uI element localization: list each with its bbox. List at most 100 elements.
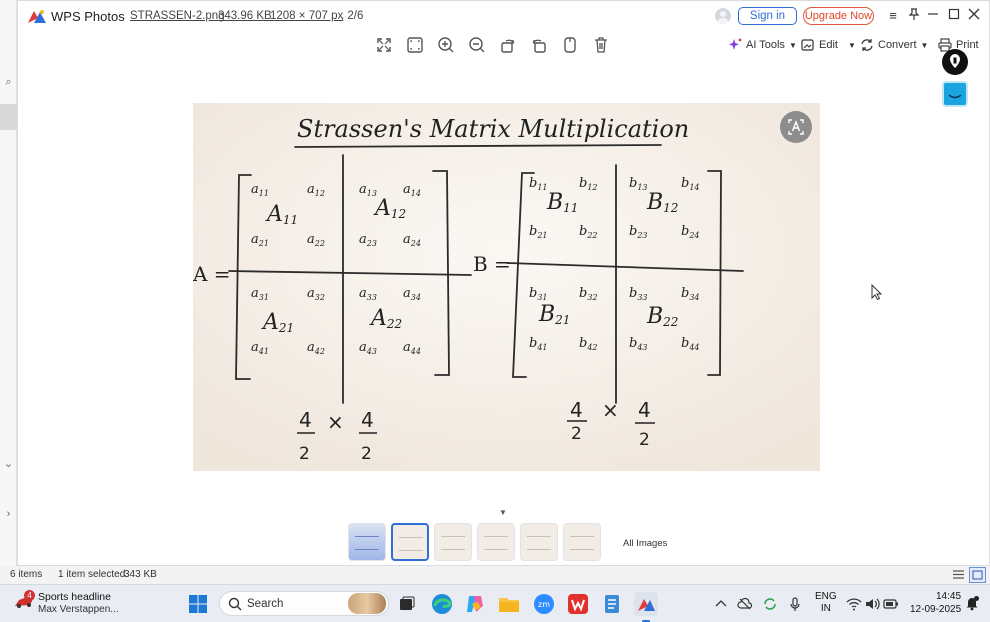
zoom-app-icon[interactable]: zm	[532, 592, 556, 616]
file-dimensions[interactable]: 1208 × 707 px	[270, 10, 343, 22]
search-icon	[228, 597, 242, 611]
status-bar: 6 items 1 item selected 343 KB	[0, 566, 990, 584]
convert-icon	[861, 39, 873, 51]
search-icon[interactable]: ⌕	[0, 76, 17, 89]
cloud-sync-icon[interactable]	[737, 596, 753, 612]
pin-icon[interactable]	[905, 7, 923, 25]
photo-title: Strassen's Matrix Multiplication	[297, 115, 689, 143]
input-language[interactable]: ENG IN	[815, 591, 837, 615]
sparkle-icon	[729, 38, 742, 50]
ai-tools-button[interactable]: AI Tools ▼	[728, 37, 797, 53]
notification-bell-icon[interactable]	[964, 595, 980, 611]
caret-down-icon: ▼	[920, 40, 929, 50]
thumbnail-item[interactable]	[563, 523, 601, 561]
menu-icon[interactable]: ≡	[884, 7, 902, 25]
windows-start-icon[interactable]	[188, 594, 208, 614]
grid-view-icon[interactable]	[969, 567, 986, 583]
list-view-icon[interactable]	[951, 567, 966, 582]
caret-down-icon: ▼	[847, 40, 856, 50]
region-code: IN	[820, 603, 831, 614]
notification-badge: 4	[24, 590, 35, 601]
language-code: ENG	[815, 591, 837, 602]
search-placeholder: Search	[247, 598, 284, 610]
crop-icon[interactable]	[560, 35, 580, 55]
task-view-icon[interactable]	[395, 592, 419, 616]
a-frac-num-1: 4	[299, 408, 312, 432]
edge-browser-icon[interactable]	[430, 592, 454, 616]
thumbnail-strip	[348, 522, 601, 562]
taskbar-search[interactable]: Search	[219, 591, 389, 616]
a-frac-den-2: 2	[361, 444, 372, 464]
matrix-b-label: B =	[473, 252, 511, 276]
collapse-thumbnails-icon[interactable]: ▼	[499, 508, 507, 517]
file-size[interactable]: 343.96 KB	[218, 10, 272, 22]
caret-down-icon: ▼	[788, 40, 797, 50]
avatar[interactable]	[715, 8, 731, 24]
fit-screen-icon[interactable]	[374, 35, 394, 55]
ai-tools-label: AI Tools	[746, 39, 785, 51]
minimize-icon[interactable]	[924, 7, 942, 25]
ocr-text-icon[interactable]	[780, 111, 812, 143]
title-bar: WPS Photos STRASSEN-2.png 343.96 KB 1208…	[18, 1, 990, 31]
chevron-down-icon[interactable]: ⌄	[0, 457, 17, 470]
zoom-out-icon[interactable]	[467, 35, 487, 55]
thumbnail-item-active[interactable]	[391, 523, 429, 561]
close-icon[interactable]	[965, 7, 983, 25]
mouse-cursor-icon	[871, 284, 883, 300]
explorer-side-strip: ⌕ ⌄ ›	[0, 0, 17, 566]
original-size-icon[interactable]	[405, 35, 425, 55]
zoom-in-icon[interactable]	[436, 35, 456, 55]
b-frac-num-2: 4	[638, 398, 651, 422]
svg-text:zm: zm	[538, 600, 550, 609]
wps-office-icon[interactable]	[566, 592, 590, 616]
wps-photos-taskbar-icon[interactable]	[634, 592, 658, 622]
microphone-icon[interactable]	[787, 596, 803, 612]
clock-date[interactable]: 12-09-2025	[910, 604, 961, 615]
convert-label: Convert	[878, 39, 917, 51]
matrix-a-label: A =	[193, 262, 231, 286]
maximize-icon[interactable]	[945, 7, 963, 25]
clock-time[interactable]: 14:45	[936, 591, 961, 602]
all-images-link[interactable]: All Images	[623, 538, 667, 549]
battery-icon[interactable]	[883, 596, 899, 612]
edit-image-icon	[801, 39, 814, 51]
volume-icon[interactable]	[864, 596, 880, 612]
assistant-icon[interactable]	[942, 81, 968, 107]
file-name[interactable]: STRASSEN-2.png	[130, 10, 225, 22]
photo-viewer-image: Strassen's Matrix Multiplication A = B =…	[193, 103, 820, 471]
thumbnail-item[interactable]	[477, 523, 515, 561]
explorer-selected-row[interactable]	[0, 104, 17, 130]
wps-logo-icon	[28, 10, 46, 23]
rotate-right-icon[interactable]	[529, 35, 549, 55]
convert-button[interactable]: Convert ▼	[860, 37, 928, 53]
taskbar: 4 Sports headline Max Verstappen... Sear…	[0, 584, 990, 622]
b-frac-num-1: 4	[570, 398, 583, 422]
rotate-left-icon[interactable]	[498, 35, 518, 55]
chevron-up-icon[interactable]	[713, 596, 729, 612]
copilot-icon[interactable]	[463, 592, 487, 616]
thumbnail-item[interactable]	[348, 523, 386, 561]
wifi-icon[interactable]	[846, 596, 862, 612]
edit-button[interactable]: Edit ▼	[801, 37, 856, 53]
sign-in-button[interactable]: Sign in	[738, 7, 797, 25]
thumbnail-item[interactable]	[520, 523, 558, 561]
chevron-right-icon[interactable]: ›	[0, 508, 17, 520]
b-frac-den-1: 2	[571, 424, 582, 444]
a-frac-num-2: 4	[361, 408, 374, 432]
file-explorer-icon[interactable]	[497, 592, 521, 616]
update-icon[interactable]	[762, 596, 778, 612]
widget-title: Sports headline	[38, 591, 111, 603]
a-frac-op: ×	[327, 410, 344, 434]
thumbnail-item[interactable]	[434, 523, 472, 561]
item-count: 6 items	[10, 569, 43, 580]
upgrade-now-button[interactable]: Upgrade Now	[803, 7, 874, 25]
b-frac-den-2: 2	[639, 430, 650, 450]
selection-size: 343 KB	[124, 569, 157, 580]
file-index: , 2/6	[341, 10, 364, 22]
whiteboard-photo: Strassen's Matrix Multiplication A = B =…	[193, 103, 820, 471]
delete-icon[interactable]	[591, 35, 611, 55]
edit-label: Edit	[819, 39, 838, 51]
location-pin-icon[interactable]	[942, 49, 968, 75]
notepad-icon[interactable]	[600, 592, 624, 616]
b-frac-op: ×	[602, 398, 619, 422]
